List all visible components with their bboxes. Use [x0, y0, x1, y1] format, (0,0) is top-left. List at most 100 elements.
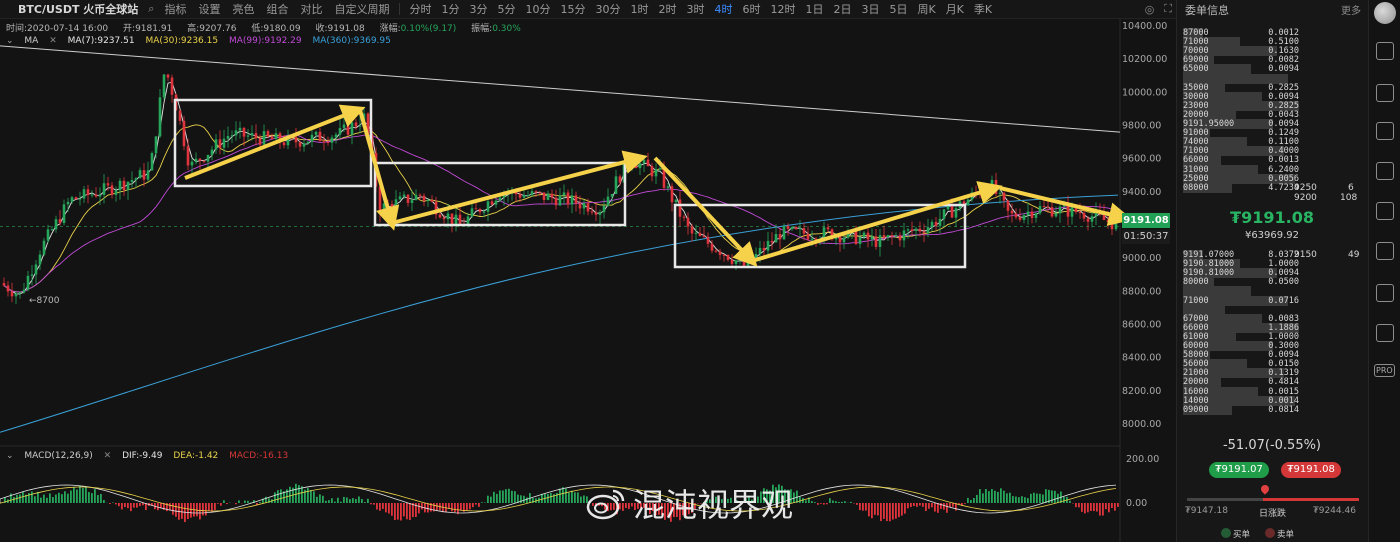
candle-body — [590, 211, 594, 213]
candle-body — [86, 189, 90, 195]
avatar[interactable] — [1374, 2, 1396, 24]
aggregate-row: 9200 108 — [1294, 193, 1357, 203]
book-row[interactable]: 09000 0.0814 — [1183, 404, 1363, 415]
macd-bar — [352, 498, 354, 503]
macd-bar — [871, 503, 873, 519]
symbol-label[interactable]: BTC/USDT 火币全球站 — [0, 1, 144, 17]
macd-bar — [364, 502, 366, 503]
layout-button[interactable]: 组合 — [260, 1, 294, 17]
macd-bar — [1000, 488, 1002, 503]
candle-body — [406, 194, 410, 203]
macd-bar — [319, 494, 321, 503]
interval-18[interactable]: 月K — [941, 1, 969, 17]
macd-bar — [187, 503, 189, 520]
candle-body — [1110, 222, 1114, 230]
candle-body — [166, 74, 170, 78]
candle-body — [786, 226, 790, 230]
interval-0[interactable]: 分时 — [404, 1, 436, 17]
depth-chart-icon[interactable] — [1376, 122, 1394, 140]
candle-body — [158, 97, 162, 137]
candle-body — [582, 203, 586, 209]
bookmark-icon[interactable] — [1376, 284, 1394, 302]
candle-body — [294, 136, 298, 143]
candle-body — [1114, 220, 1118, 230]
interval-6[interactable]: 30分 — [590, 1, 625, 17]
candle-body — [738, 258, 742, 261]
candle-body — [562, 192, 566, 196]
interval-4[interactable]: 10分 — [520, 1, 555, 17]
clock-icon[interactable] — [1376, 202, 1394, 220]
orders-icon[interactable] — [1376, 84, 1394, 102]
interval-16[interactable]: 5日 — [884, 1, 912, 17]
interval-1[interactable]: 1分 — [436, 1, 464, 17]
candle-body — [874, 236, 878, 247]
interval-10[interactable]: 4时 — [709, 1, 737, 17]
price-chart[interactable]: 10400.00 10200.00 10000.00 9800.00 9600.00 94… — [0, 18, 1176, 542]
notes-icon[interactable] — [1376, 324, 1394, 342]
interval-3[interactable]: 5分 — [492, 1, 520, 17]
pro-icon[interactable]: PRO — [1374, 364, 1395, 377]
candle-body — [1038, 206, 1042, 214]
candle-body — [314, 131, 318, 135]
interval-14[interactable]: 2日 — [828, 1, 856, 17]
order-book-more-link[interactable]: 更多 — [1341, 2, 1361, 17]
interval-2[interactable]: 3分 — [464, 1, 492, 17]
macd-bar — [511, 490, 513, 503]
candle-body — [902, 230, 906, 241]
copy-icon[interactable] — [1376, 162, 1394, 180]
compass-icon[interactable] — [1376, 242, 1394, 260]
candle-body — [490, 201, 494, 205]
candle-body — [102, 183, 106, 195]
buy-button[interactable]: ₮9191.07 — [1209, 462, 1269, 478]
search-icon[interactable]: ⌕ — [144, 2, 158, 16]
macd-bar — [1108, 503, 1110, 513]
macd-bar — [88, 492, 90, 503]
interval-12[interactable]: 12时 — [765, 1, 800, 17]
candle-body — [714, 250, 718, 252]
sell-button[interactable]: ₮9191.08 — [1281, 462, 1341, 478]
book-row[interactable]: 08000 4.7234 — [1183, 182, 1363, 193]
camera-icon[interactable]: ◎ — [1145, 3, 1155, 16]
interval-19[interactable]: 季K — [969, 1, 997, 17]
book-price: 65000 — [1183, 64, 1209, 75]
candle-body — [74, 197, 78, 200]
candle-body — [542, 192, 546, 200]
indicators-button[interactable]: 指标 — [158, 1, 192, 17]
macd-bar — [91, 493, 93, 503]
macd-bar — [373, 503, 375, 505]
candle-body — [718, 251, 722, 255]
macd-bar — [361, 498, 363, 503]
macd-bar — [835, 501, 837, 503]
macd-bar — [565, 488, 567, 503]
interval-15[interactable]: 3日 — [856, 1, 884, 17]
interval-11[interactable]: 6时 — [737, 1, 765, 17]
trend-line — [0, 45, 1121, 133]
candle-body — [1014, 213, 1018, 218]
macd-bar — [49, 493, 51, 503]
macd-bar — [829, 498, 831, 503]
settings-button[interactable]: 设置 — [192, 1, 226, 17]
interval-13[interactable]: 1日 — [800, 1, 828, 17]
macd-bar — [970, 499, 972, 503]
macd-bar — [826, 503, 828, 505]
agg-count: 49 — [1348, 250, 1360, 260]
interval-7[interactable]: 1时 — [625, 1, 653, 17]
candle-body — [766, 240, 770, 251]
interval-17[interactable]: 周K — [912, 1, 940, 17]
candle-body — [206, 154, 210, 162]
macd-bar — [838, 501, 840, 503]
fullscreen-icon[interactable]: ⛶ — [1164, 2, 1172, 16]
theme-button[interactable]: 亮色 — [226, 1, 260, 17]
macd-bar — [316, 496, 318, 503]
compare-button[interactable]: 对比 — [294, 1, 328, 17]
custom-period-button[interactable]: 自定义周期 — [328, 1, 395, 17]
toolbar-right: ◎ ⛶ — [1145, 0, 1172, 18]
macd-bar — [451, 503, 453, 512]
interval-9[interactable]: 3时 — [681, 1, 709, 17]
interval-5[interactable]: 15分 — [555, 1, 590, 17]
interval-8[interactable]: 2时 — [653, 1, 681, 17]
trend-arrow — [391, 150, 648, 225]
candle-body — [610, 193, 614, 197]
trade-icon[interactable] — [1376, 42, 1394, 60]
macd-bar — [235, 503, 237, 505]
